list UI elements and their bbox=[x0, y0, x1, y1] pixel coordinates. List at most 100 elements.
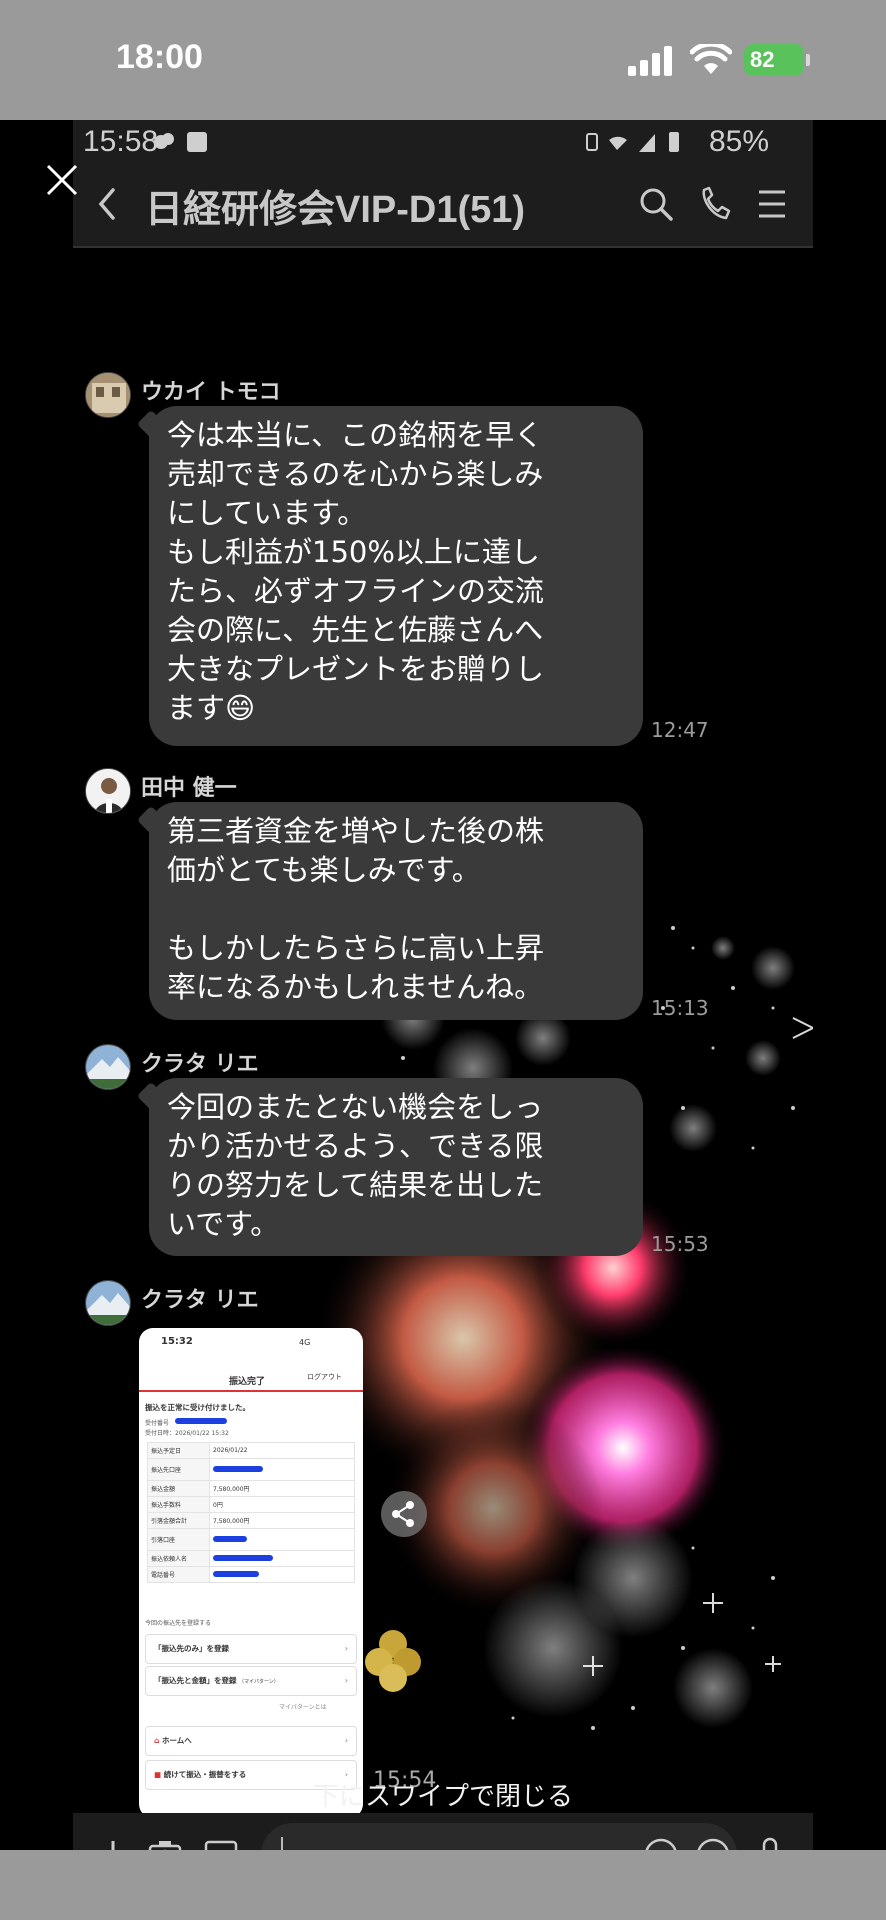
register-heading: 今回の振込先を登録する bbox=[145, 1620, 212, 1627]
battery-level: 82 bbox=[750, 47, 775, 72]
camera-icon[interactable] bbox=[147, 1837, 183, 1850]
inner-battery-text: 85% bbox=[708, 125, 769, 158]
receipt-row-label: 振込手数料 bbox=[147, 1496, 210, 1513]
inner-status-bar: 15:58 85% bbox=[73, 120, 813, 164]
message-bubble[interactable]: 第三者資金を増やした後の株 価がとても楽しみです。 もしかしたらさらに高い上昇 … bbox=[149, 802, 643, 1020]
battery-tip bbox=[806, 54, 810, 66]
receipt-row-label: 引落金額合計 bbox=[147, 1512, 210, 1529]
message-line: 今回のまたとない機会をしっ bbox=[167, 1090, 544, 1124]
receipt-row-label: 引落口座 bbox=[147, 1528, 210, 1551]
message-line: 率になるかもしれませんね。 bbox=[167, 970, 544, 1004]
message-line: 今は本当に、この銘柄を早く bbox=[167, 418, 544, 452]
message-line: 大きなプレゼントをお贈りし bbox=[167, 652, 545, 686]
share-icon bbox=[392, 1501, 414, 1527]
swipe-to-close-hint: 下にスワイプで閉じる bbox=[312, 1782, 573, 1812]
back-arrow-icon[interactable] bbox=[91, 182, 121, 226]
register-payee-amount-button: 「振込先と金額」を登録 （マイパターン） › bbox=[145, 1666, 357, 1696]
home-button: ⌂ ホームへ › bbox=[145, 1726, 357, 1756]
notification-icons bbox=[154, 132, 207, 152]
receipt-row: 引落口座 bbox=[147, 1528, 355, 1551]
receipt-row: 電話番号 bbox=[147, 1566, 355, 1583]
register-payee-label: 「振込先のみ」を登録 bbox=[154, 1644, 229, 1653]
receipt-clock: 15:32 bbox=[161, 1336, 193, 1347]
receipt-row: 引落金額合計 7,580,000円 bbox=[147, 1512, 355, 1529]
receipt-row-label: 振込予定日 bbox=[147, 1442, 210, 1459]
sender-name: ウカイ トモコ bbox=[141, 380, 281, 405]
redaction-mark bbox=[213, 1465, 263, 1472]
image-gallery-icon[interactable] bbox=[203, 1837, 239, 1850]
emoji-icon[interactable] bbox=[695, 1837, 731, 1850]
search-icon[interactable] bbox=[638, 186, 674, 222]
redaction-mark bbox=[175, 1418, 227, 1424]
avatar[interactable] bbox=[85, 1044, 131, 1090]
cellular-signal-icon bbox=[628, 46, 672, 76]
message-timestamp: 15:13 bbox=[651, 996, 709, 1020]
receipt-row-value: 7,580,000円 bbox=[209, 1512, 355, 1529]
chat-message-list[interactable]: ウカイ トモコ 今は本当に、この銘柄を早く 売却できるのを心から楽しみ にしてい… bbox=[73, 248, 813, 1813]
avatar[interactable] bbox=[85, 1280, 131, 1326]
receipt-row-value bbox=[209, 1566, 355, 1583]
ios-clock: 18:00 bbox=[116, 38, 203, 76]
receipt-row: 振込先口座 bbox=[147, 1458, 355, 1481]
message-line: もし利益が150%以上に達し bbox=[167, 535, 540, 569]
sender-name: 田中 健一 bbox=[141, 776, 237, 801]
text-caret bbox=[281, 1837, 283, 1850]
message-timestamp: 12:47 bbox=[651, 718, 709, 742]
microphone-icon[interactable] bbox=[755, 1837, 785, 1850]
redaction-mark bbox=[213, 1535, 247, 1542]
ios-status-bar: 18:00 82 bbox=[0, 0, 886, 120]
accept-number-label: 受付番号 bbox=[145, 1420, 170, 1427]
receipt-row-label: 振込金額 bbox=[147, 1480, 210, 1497]
receipt-row-value bbox=[209, 1550, 355, 1567]
menu-icon[interactable] bbox=[757, 186, 787, 222]
receipt-row-value: 7,580,000円 bbox=[209, 1480, 355, 1497]
chat-room-title: 日経研修会VIP-D1(51) bbox=[145, 189, 526, 231]
mypattern-sub: （マイパターン） bbox=[239, 1679, 279, 1685]
message-line: 価がとても楽しみです。 bbox=[167, 853, 481, 887]
redaction-mark bbox=[213, 1570, 259, 1577]
message-bubble[interactable]: 今は本当に、この銘柄を早く 売却できるのを心から楽しみ にしています。 もし利益… bbox=[149, 406, 643, 746]
phone-call-icon[interactable] bbox=[698, 186, 732, 222]
avatar[interactable] bbox=[85, 372, 131, 418]
receipt-row-value: 2026/01/22 bbox=[209, 1442, 355, 1459]
gold-clover-decoration bbox=[365, 1630, 421, 1692]
message-timestamp: 15:53 bbox=[651, 1232, 709, 1256]
home-icon: ⌂ bbox=[154, 1736, 160, 1745]
sender-name: クラタ リエ bbox=[141, 1052, 259, 1077]
message-line: いです。 bbox=[167, 1207, 280, 1241]
inner-system-icons bbox=[586, 132, 679, 152]
shared-screenshot: 15:58 85% 日経研修会VIP-D1(51) ウカイ トモコ 今は本当に、… bbox=[73, 120, 813, 1850]
plus-icon[interactable] bbox=[95, 1837, 131, 1850]
sender-name: クラタ リエ bbox=[141, 1288, 259, 1313]
receipt-confirmation: 振込を正常に受け付けました。 bbox=[145, 1403, 250, 1412]
receipt-signal: 4G bbox=[299, 1338, 311, 1347]
receipt-row: 振込予定日 2026/01/22 bbox=[147, 1442, 355, 1459]
message-line bbox=[167, 890, 625, 929]
message-line: 会の際に、先生と佐藤さんへ bbox=[167, 613, 544, 647]
battery-indicator: 82 bbox=[744, 44, 804, 76]
receipt-row-value bbox=[209, 1528, 355, 1551]
wifi-icon bbox=[690, 44, 732, 74]
message-line: 第三者資金を増やした後の株 bbox=[167, 814, 545, 848]
accept-datetime: 受付日時：2026/01/22 15:32 bbox=[145, 1430, 229, 1437]
message-line: たら、必ずオフラインの交流 bbox=[167, 574, 545, 608]
receipt-row: 振込金額 7,580,000円 bbox=[147, 1480, 355, 1497]
ai-assist-icon[interactable]: AI bbox=[643, 1837, 679, 1850]
close-icon[interactable] bbox=[44, 162, 80, 198]
receipt-row: 振込手数料 0円 bbox=[147, 1496, 355, 1513]
image-message-bank-receipt[interactable]: 15:32 4G 振込完了 ログアウト 振込を正常に受け付けました。 受付番号 … bbox=[139, 1328, 363, 1813]
message-line: にしています。 bbox=[167, 496, 367, 530]
inner-clock: 15:58 bbox=[83, 125, 159, 158]
receipt-row-value: 0円 bbox=[209, 1496, 355, 1513]
share-button[interactable] bbox=[381, 1491, 427, 1537]
avatar[interactable] bbox=[85, 768, 131, 814]
message-line: ます😄 bbox=[167, 691, 256, 725]
message-line: もしかしたらさらに高い上昇 bbox=[167, 931, 545, 965]
message-bubble[interactable]: 今回のまたとない機会をしっ かり活かせるよう、できる限 りの努力をして結果を出し… bbox=[149, 1078, 643, 1256]
logout-link: ログアウト bbox=[307, 1373, 342, 1381]
receipt-row: 振込依頼人名 bbox=[147, 1550, 355, 1567]
message-line: 売却できるのを心から楽しみ bbox=[167, 457, 544, 491]
register-payee-button: 「振込先のみ」を登録 › bbox=[145, 1634, 357, 1664]
receipt-title: 振込完了 bbox=[229, 1377, 266, 1387]
receipt-row-value bbox=[209, 1458, 355, 1481]
